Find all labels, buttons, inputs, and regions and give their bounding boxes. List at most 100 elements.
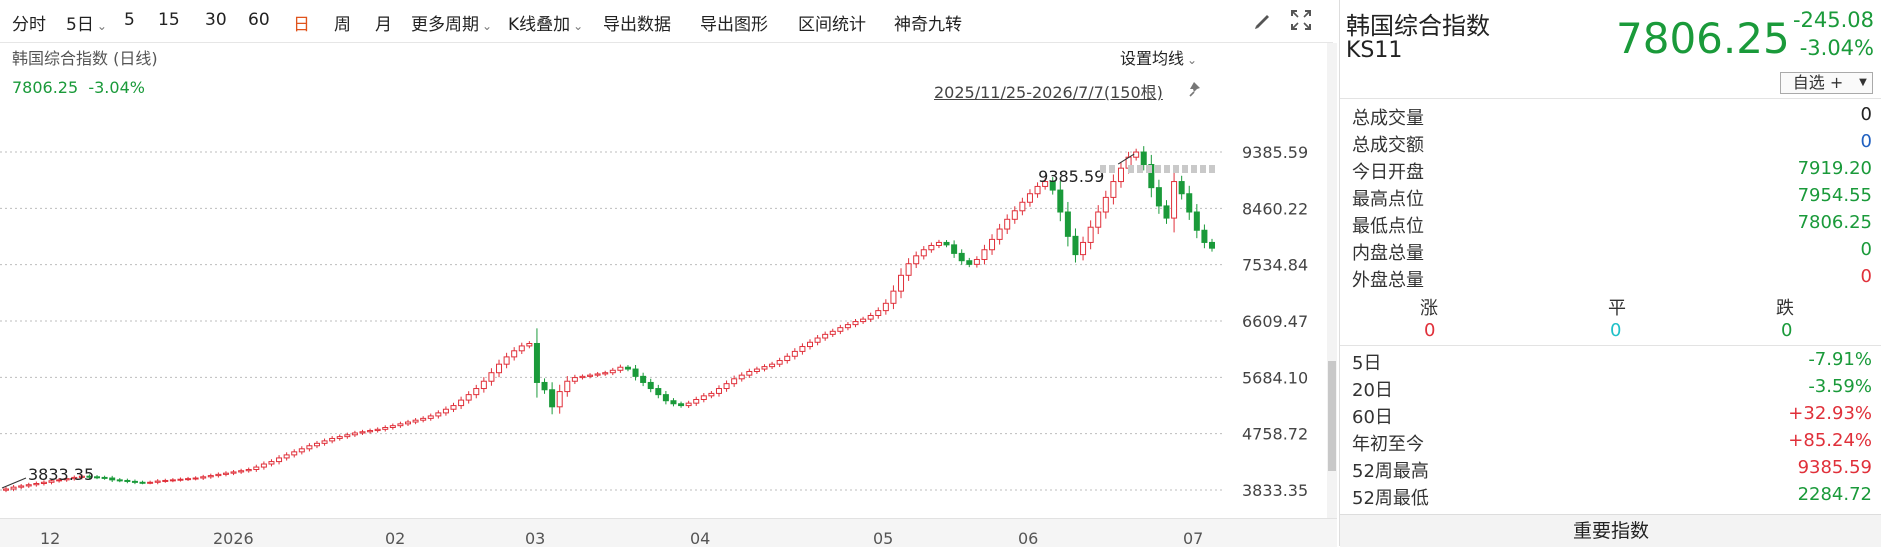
max-annotation: 9385.59 xyxy=(1038,167,1104,186)
stat-label: 60日 xyxy=(1352,407,1393,428)
quote-row-label: 今日开盘 xyxy=(1352,162,1424,183)
period-tab-30min[interactable]: 30 xyxy=(205,10,227,30)
candle-body xyxy=(746,370,753,376)
candle-body xyxy=(935,241,942,246)
x-tick-label: 03 xyxy=(525,529,546,548)
candle-body xyxy=(958,252,965,262)
candle-body xyxy=(503,356,510,365)
candle-body xyxy=(1080,241,1087,256)
watchlist-dropdown[interactable]: ▼ xyxy=(1854,72,1873,94)
magic-nine-button[interactable]: 神奇九转 xyxy=(894,10,962,35)
candle-body xyxy=(1171,181,1178,219)
quote-row-value: 0 xyxy=(1860,266,1872,287)
candle-body xyxy=(708,392,715,397)
candle-body xyxy=(109,477,116,481)
export-data-button[interactable]: 导出数据 xyxy=(603,10,671,35)
quote-row-value: 7954.55 xyxy=(1797,185,1872,206)
quote-row-label: 内盘总量 xyxy=(1352,243,1424,264)
candle-body xyxy=(313,442,320,447)
period-tab-month[interactable]: 月 xyxy=(375,10,392,35)
quote-row-label: 最低点位 xyxy=(1352,216,1424,237)
period-tab-day[interactable]: 日 xyxy=(293,10,310,35)
period-tab-5day[interactable]: 5日 ⌄ xyxy=(66,10,107,35)
period-tab-week[interactable]: 周 xyxy=(334,10,351,35)
y-tick-label: 9385.59 xyxy=(1242,143,1308,162)
export-chart-button[interactable]: 导出图形 xyxy=(700,10,768,35)
candle-body xyxy=(662,394,669,402)
kline-chart-panel[interactable]: 韩国综合指数 (日线) 7806.25 -3.04% 设置均线 ⌄ 2025/11… xyxy=(0,43,1333,518)
candle-body xyxy=(306,445,313,450)
candle-body xyxy=(3,488,9,491)
candle-body xyxy=(336,436,343,439)
candle-body xyxy=(154,480,161,483)
candle-body xyxy=(405,421,411,425)
candle-body xyxy=(753,368,760,372)
divider xyxy=(1340,345,1881,346)
quote-row: 总成交额 0 xyxy=(1352,131,1872,158)
more-periods-dropdown[interactable]: 更多周期 ⌄ xyxy=(411,10,492,35)
stat-value: +85.24% xyxy=(1788,430,1872,451)
key-indices-button[interactable]: 重要指数 xyxy=(1340,514,1881,547)
period-tab-timeshare[interactable]: 分时 xyxy=(12,10,46,35)
candle-body xyxy=(10,486,17,490)
pencil-icon[interactable] xyxy=(1252,9,1274,31)
candle-body xyxy=(511,350,518,358)
x-tick-label: 2026 xyxy=(213,529,254,548)
stat-label: 年初至今 xyxy=(1352,434,1424,455)
marker-icon xyxy=(1173,165,1179,173)
candle-body xyxy=(579,375,586,379)
candle-body xyxy=(389,425,396,429)
candle-body xyxy=(791,350,798,357)
candle-body xyxy=(556,391,563,408)
current-price: 7806.25 xyxy=(1616,14,1790,63)
y-tick-label: 8460.22 xyxy=(1242,199,1308,218)
candle-body xyxy=(1102,196,1109,213)
candle-body xyxy=(981,249,988,260)
candle-body xyxy=(617,366,624,371)
chevron-down-icon: ⌄ xyxy=(573,19,584,33)
candle-body xyxy=(647,381,654,390)
candle-body xyxy=(761,366,768,370)
marker-icon xyxy=(1191,165,1197,173)
candle-body xyxy=(951,244,958,254)
quote-row: 总成交量 0 xyxy=(1352,104,1872,131)
candle-body xyxy=(351,432,358,436)
candle-body xyxy=(245,469,252,472)
x-tick-label: 02 xyxy=(385,529,406,548)
time-axis-scrollbar[interactable] xyxy=(0,518,1337,547)
candle-body xyxy=(685,402,692,407)
candle-body xyxy=(473,388,480,396)
period-tab-5min[interactable]: 5 xyxy=(124,10,135,30)
candle-body xyxy=(94,476,101,479)
candle-body xyxy=(131,480,138,483)
candle-body xyxy=(1133,151,1140,158)
candle-body xyxy=(1057,189,1064,213)
candle-body xyxy=(564,380,571,393)
y-tick-label: 4758.72 xyxy=(1242,425,1308,444)
add-watchlist-button[interactable]: 自选 + xyxy=(1780,72,1856,94)
candle-body xyxy=(723,383,730,390)
candle-body xyxy=(632,368,639,377)
marker-icon xyxy=(1137,165,1143,173)
marker-icon xyxy=(1200,165,1206,173)
candlestick-chart[interactable]: 9385.59 8460.22 7534.84 6609.47 5684.10 4758.… xyxy=(0,43,1330,518)
candle-body xyxy=(609,369,616,374)
period-tab-15min[interactable]: 15 xyxy=(158,10,180,30)
candle-body xyxy=(435,412,442,417)
quote-row: 今日开盘 7919.20 xyxy=(1352,158,1872,185)
range-stats-button[interactable]: 区间统计 xyxy=(798,10,866,35)
fullscreen-icon[interactable] xyxy=(1290,9,1312,31)
candle-body xyxy=(807,341,813,348)
period-tab-60min[interactable]: 60 xyxy=(248,10,270,30)
candle-body xyxy=(276,457,283,463)
candle-body xyxy=(1117,167,1124,183)
vertical-scrollbar[interactable] xyxy=(1327,43,1337,518)
index-name: 韩国综合指数 xyxy=(1346,12,1490,40)
index-code: KS11 xyxy=(1346,38,1403,63)
candle-body xyxy=(882,302,889,312)
quote-row-value: 7806.25 xyxy=(1797,212,1872,233)
kline-overlay-dropdown[interactable]: K线叠加 ⌄ xyxy=(508,10,583,35)
candle-body xyxy=(147,481,154,484)
candle-body xyxy=(1155,187,1162,207)
scrollbar-thumb[interactable] xyxy=(1328,361,1336,471)
